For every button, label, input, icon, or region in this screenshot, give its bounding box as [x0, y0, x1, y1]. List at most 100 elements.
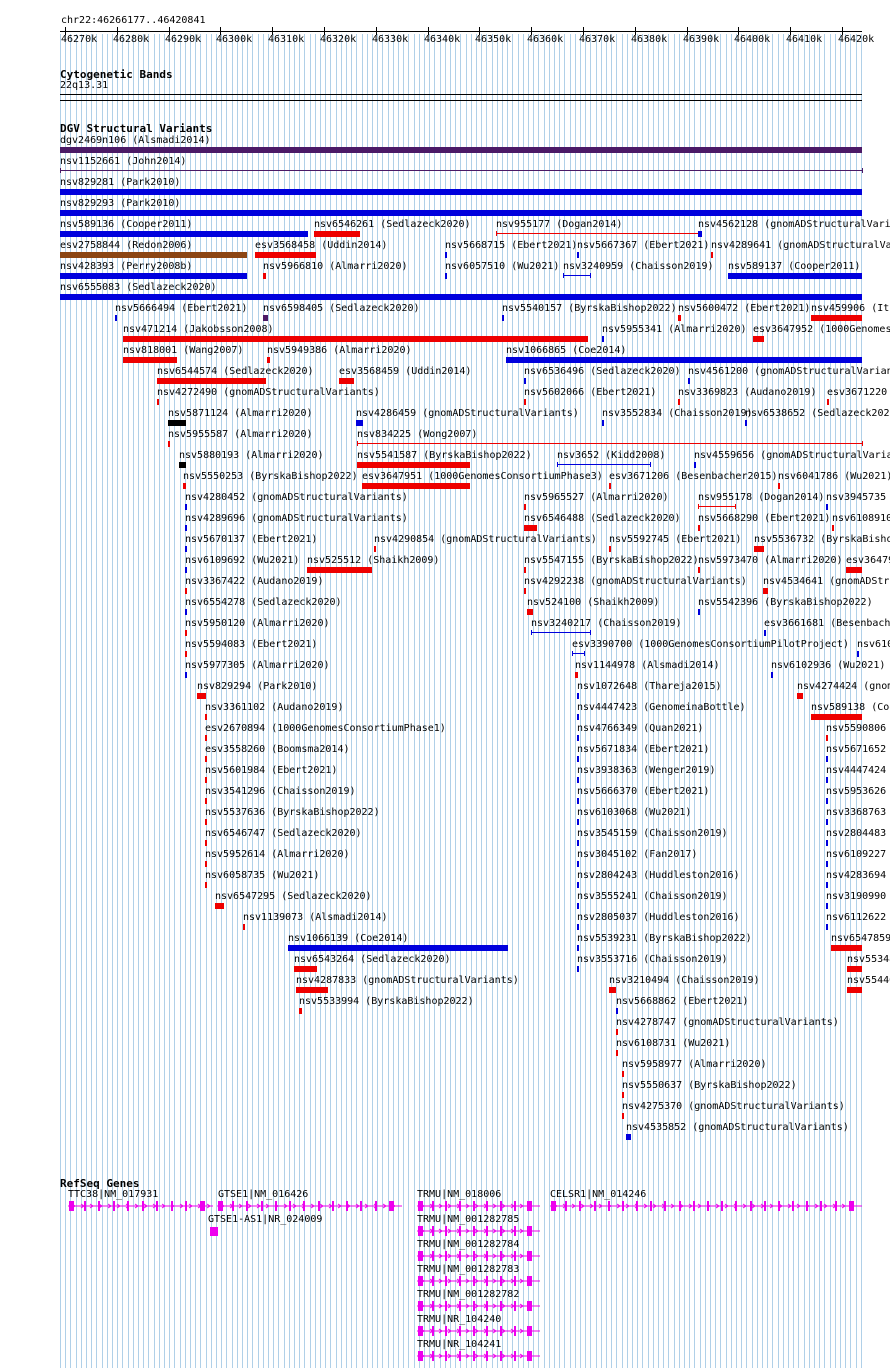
variant-bar[interactable]: [626, 1134, 631, 1140]
variant-label[interactable]: nsv5871124 (Almarri2020): [168, 408, 313, 420]
variant-label[interactable]: nsv589136 (Cooper2011): [60, 219, 192, 231]
variant-label[interactable]: nsv5950120 (Almarri2020): [185, 618, 330, 630]
variant-bar[interactable]: [609, 483, 611, 489]
variant-bar[interactable]: [832, 525, 834, 531]
variant-label[interactable]: nsv4447424 (GenomeinaBottle): [826, 765, 890, 777]
variant-label[interactable]: nsv5671834 (Ebert2021): [577, 744, 709, 756]
variant-bar[interactable]: [185, 588, 187, 594]
variant-bar[interactable]: [826, 798, 828, 804]
variant-label[interactable]: nsv5666370 (Ebert2021): [577, 786, 709, 798]
gene-model[interactable]: [0, 1250, 890, 1264]
variant-label[interactable]: nsv4274424 (gnomADStructuralVariants): [797, 681, 890, 693]
variant-bar[interactable]: [753, 336, 764, 342]
variant-label[interactable]: nsv6546488 (Sedlazeck2020): [524, 513, 681, 525]
variant-label[interactable]: nsv5533994 (ByrskaBishop2022): [299, 996, 474, 1008]
variant-bar[interactable]: [362, 483, 470, 489]
variant-bar[interactable]: [524, 504, 526, 510]
variant-label[interactable]: nsv5977305 (Almarri2020): [185, 660, 330, 672]
variant-label[interactable]: nsv5600472 (Ebert2021): [678, 303, 810, 315]
variant-bar[interactable]: [179, 462, 186, 468]
variant-label[interactable]: nsv3210494 (Chaisson2019): [609, 975, 760, 987]
variant-label[interactable]: nsv428393 (Perry2008b): [60, 261, 192, 273]
variant-label[interactable]: nsv6536496 (Sedlazeck2020): [524, 366, 681, 378]
variant-bar[interactable]: [243, 924, 245, 930]
variant-label[interactable]: nsv5667367 (Ebert2021): [577, 240, 709, 252]
variant-label[interactable]: nsv6547859 (Sedlazeck2020): [831, 933, 890, 945]
variant-label[interactable]: nsv5955341 (Almarri2020): [602, 324, 747, 336]
variant-bar[interactable]: [763, 588, 768, 594]
variant-label[interactable]: nsv6103068 (Wu2021): [577, 807, 691, 819]
variant-bar[interactable]: [307, 567, 372, 573]
variant-label[interactable]: nsv5550637 (ByrskaBishop2022): [622, 1080, 797, 1092]
variant-label[interactable]: nsv5965527 (Almarri2020): [524, 492, 669, 504]
variant-label[interactable]: nsv955177 (Dogan2014): [496, 219, 622, 231]
variant-bar[interactable]: [698, 231, 702, 237]
variant-label[interactable]: nsv5671652 (Ebert2021): [826, 744, 890, 756]
variant-label[interactable]: nsv3367422 (Audano2019): [185, 576, 323, 588]
variant-bar[interactable]: [502, 315, 504, 321]
variant-bar[interactable]: [826, 819, 828, 825]
variant-label[interactable]: nsv5592745 (Ebert2021): [609, 534, 741, 546]
variant-label[interactable]: nsv4766349 (Quan2021): [577, 723, 703, 735]
variant-bar[interactable]: [60, 147, 862, 153]
variant-label[interactable]: nsv5880193 (Almarri2020): [179, 450, 324, 462]
variant-bar[interactable]: [215, 903, 224, 909]
variant-bar[interactable]: [826, 882, 828, 888]
variant-bar[interactable]: [609, 987, 616, 993]
variant-label[interactable]: nsv6546747 (Sedlazeck2020): [205, 828, 362, 840]
variant-bar[interactable]: [616, 1029, 618, 1035]
variant-label[interactable]: nsv829293 (Park2010): [60, 198, 180, 210]
variant-bar[interactable]: [524, 378, 526, 384]
variant-bar[interactable]: [60, 294, 862, 300]
variant-label[interactable]: nsv6108910 (Wu2021): [832, 513, 890, 525]
variant-bar[interactable]: [205, 714, 207, 720]
variant-bar[interactable]: [445, 252, 447, 258]
variant-bar[interactable]: [577, 756, 579, 762]
variant-label[interactable]: nsv5668715 (Ebert2021): [445, 240, 577, 252]
variant-bar[interactable]: [185, 651, 187, 657]
variant-bar[interactable]: [827, 399, 829, 405]
variant-label[interactable]: esv3671206 (Besenbacher2015): [609, 471, 778, 483]
variant-bar[interactable]: [197, 693, 206, 699]
variant-bar[interactable]: [754, 546, 764, 552]
variant-bar[interactable]: [577, 966, 579, 972]
variant-bar[interactable]: [563, 275, 590, 276]
variant-label[interactable]: nsv3240217 (Chaisson2019): [531, 618, 682, 630]
variant-label[interactable]: nsv3938363 (Wenger2019): [577, 765, 715, 777]
variant-label[interactable]: nsv5544051 (ByrskaBishop2022): [847, 975, 890, 987]
variant-bar[interactable]: [524, 588, 526, 594]
variant-label[interactable]: nsv4283694 (gnomADStructuralVariants): [826, 870, 890, 882]
variant-label[interactable]: nsv459906 (Itsara2009): [811, 303, 890, 315]
variant-label[interactable]: nsv6538652 (Sedlazeck2020): [745, 408, 890, 420]
variant-label[interactable]: nsv4286459 (gnomADStructuralVariants): [356, 408, 579, 420]
variant-label[interactable]: nsv4280452 (gnomADStructuralVariants): [185, 492, 408, 504]
variant-label[interactable]: nsv3368763 (Audano2019): [826, 807, 890, 819]
variant-label[interactable]: nsv3545159 (Chaisson2019): [577, 828, 728, 840]
variant-bar[interactable]: [575, 672, 578, 678]
variant-label[interactable]: nsv3945735 (Audano2019): [826, 492, 890, 504]
gene-model[interactable]: [0, 1200, 890, 1214]
variant-bar[interactable]: [205, 777, 207, 783]
variant-label[interactable]: nsv6109692 (Wu2021): [185, 555, 299, 567]
variant-bar[interactable]: [185, 567, 187, 573]
variant-bar[interactable]: [577, 693, 579, 699]
variant-bar[interactable]: [185, 546, 187, 552]
variant-label[interactable]: nsv1072648 (Thareja2015): [577, 681, 722, 693]
variant-bar[interactable]: [616, 1008, 618, 1014]
variant-label[interactable]: nsv3240959 (Chaisson2019): [563, 261, 714, 273]
variant-bar[interactable]: [168, 420, 186, 426]
variant-label[interactable]: nsv5966810 (Almarri2020): [263, 261, 408, 273]
variant-bar[interactable]: [356, 420, 363, 426]
variant-label[interactable]: nsv6546261 (Sedlazeck2020): [314, 219, 471, 231]
variant-bar[interactable]: [374, 546, 376, 552]
variant-bar[interactable]: [496, 233, 700, 234]
variant-label[interactable]: nsv4287833 (gnomADStructuralVariants): [296, 975, 519, 987]
variant-bar[interactable]: [826, 735, 828, 741]
variant-label[interactable]: nsv6109227 (Wu2021): [826, 849, 890, 861]
variant-bar[interactable]: [678, 315, 681, 321]
variant-bar[interactable]: [60, 210, 862, 216]
variant-bar[interactable]: [157, 399, 159, 405]
variant-bar[interactable]: [846, 567, 862, 573]
variant-label[interactable]: nsv5536732 (ByrskaBishop2022): [754, 534, 890, 546]
variant-bar[interactable]: [506, 357, 862, 363]
